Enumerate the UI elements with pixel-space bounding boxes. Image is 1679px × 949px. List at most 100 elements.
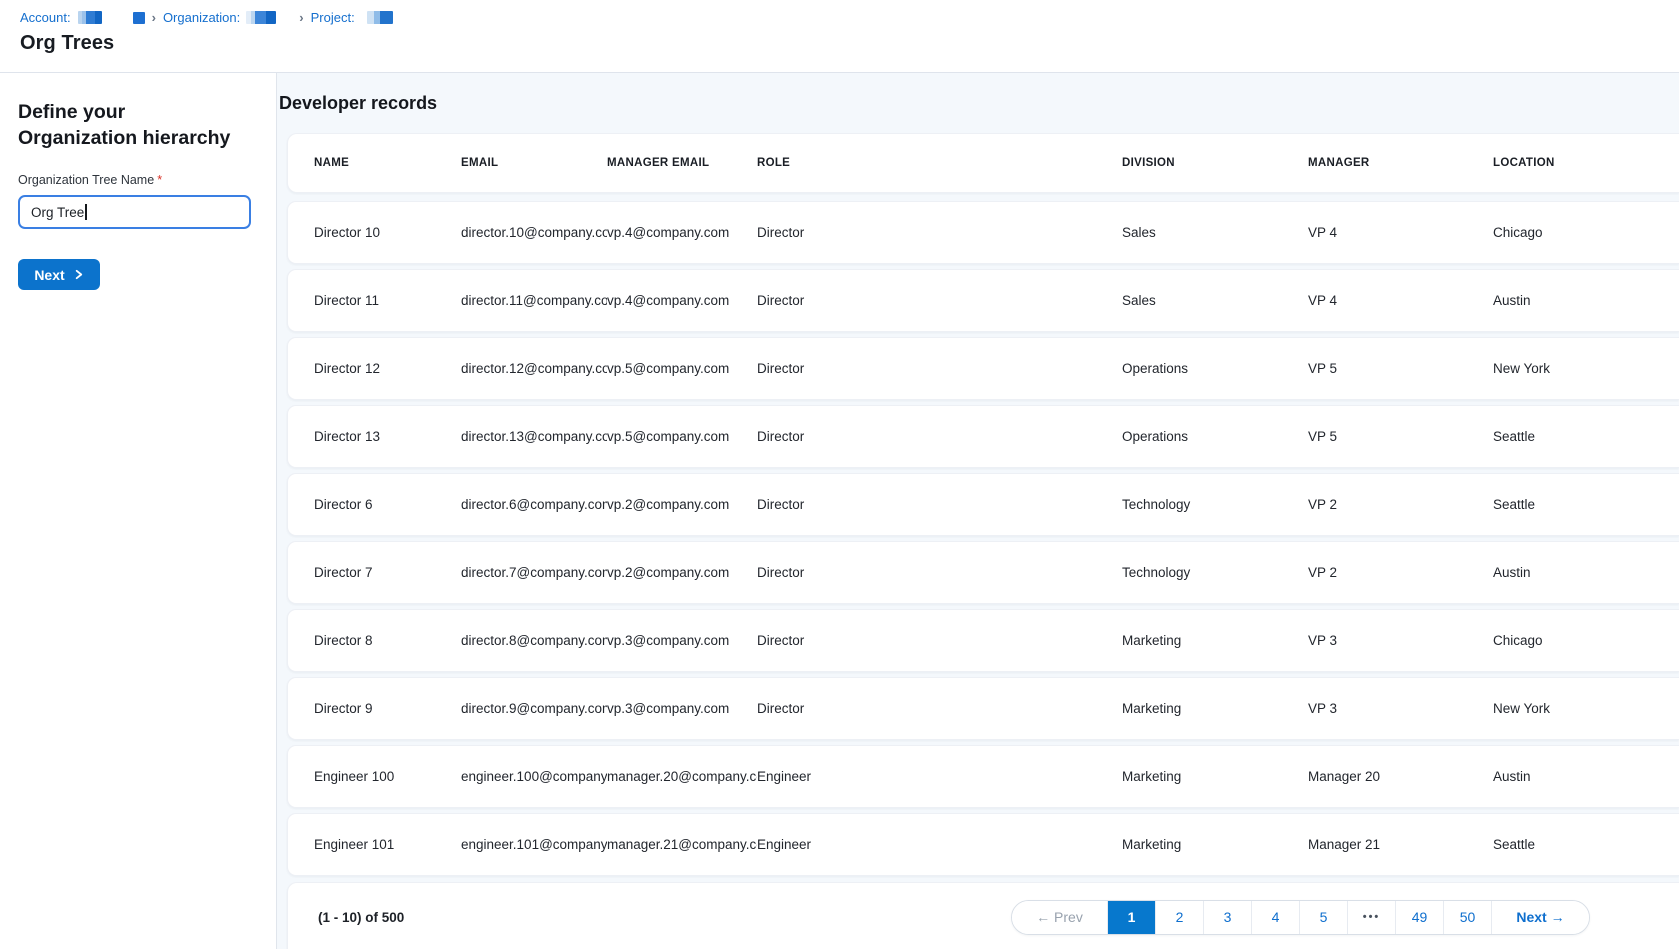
pagination-page-2[interactable]: 2 <box>1156 901 1204 934</box>
cell-manager-email: manager.20@company.com <box>607 769 757 784</box>
cell-name: Director 12 <box>314 361 461 376</box>
pagination-page-49[interactable]: 49 <box>1396 901 1444 934</box>
tree-name-input[interactable]: Org Tree <box>18 195 251 229</box>
table-row: Engineer 101engineer.101@company.commana… <box>287 813 1679 876</box>
cell-name: Director 11 <box>314 293 461 308</box>
page-body: Define your Organization hierarchy Organ… <box>0 73 1679 949</box>
cell-manager: VP 4 <box>1308 225 1493 240</box>
sidebar-heading: Define your Organization hierarchy <box>18 99 258 151</box>
chevron-right-icon <box>73 269 84 280</box>
organization-label: Organization: <box>163 10 240 25</box>
cell-name: Director 8 <box>314 633 461 648</box>
table-footer: (1 - 10) of 500 ← Prev12345•••4950Next → <box>287 882 1679 949</box>
cell-email: director.13@company.com <box>461 429 607 444</box>
cell-role: Engineer <box>757 769 1122 784</box>
breadcrumb-organization-link[interactable]: Organization: <box>163 10 276 25</box>
project-label: Project: <box>311 10 355 25</box>
cell-role: Director <box>757 361 1122 376</box>
cell-division: Technology <box>1122 565 1308 580</box>
cell-role: Director <box>757 497 1122 512</box>
page-title: Org Trees <box>20 32 1679 55</box>
pagination: ← Prev12345•••4950Next → <box>1011 900 1590 935</box>
cell-email: director.11@company.com <box>461 293 607 308</box>
cell-location: New York <box>1493 701 1679 716</box>
cell-division: Sales <box>1122 225 1308 240</box>
pagination-page-4[interactable]: 4 <box>1252 901 1300 934</box>
chevron-right-separator-icon: › <box>299 10 303 25</box>
table-row: Director 9director.9@company.comvp.3@com… <box>287 677 1679 740</box>
cell-location: Seattle <box>1493 429 1679 444</box>
cell-location: Chicago <box>1493 225 1679 240</box>
cell-manager-email: vp.5@company.com <box>607 361 757 376</box>
pagination-ellipsis: ••• <box>1348 901 1396 934</box>
tree-name-input-value: Org Tree <box>31 205 84 220</box>
sidebar-heading-line2: Organization hierarchy <box>18 125 258 151</box>
cell-email: director.8@company.com <box>461 633 607 648</box>
redacted-account-badge <box>133 12 145 24</box>
cell-role: Engineer <box>757 837 1122 852</box>
developer-records-table: NAMEEMAILMANAGER EMAILROLEDIVISIONMANAGE… <box>287 133 1679 949</box>
prev-page-button[interactable]: ← Prev <box>1012 901 1108 934</box>
next-page-button[interactable]: Next → <box>1492 901 1589 934</box>
required-asterisk: * <box>157 173 162 187</box>
developer-records-heading: Developer records <box>279 93 1679 114</box>
cell-role: Director <box>757 565 1122 580</box>
pagination-page-1[interactable]: 1 <box>1108 901 1156 934</box>
pagination-range-text: (1 - 10) of 500 <box>318 910 404 925</box>
pagination-page-5[interactable]: 5 <box>1300 901 1348 934</box>
cell-manager-email: vp.3@company.com <box>607 633 757 648</box>
cell-location: Austin <box>1493 565 1679 580</box>
cell-manager-email: manager.21@company.com <box>607 837 757 852</box>
top-bar: Account: › Organization: › Project: Org … <box>0 0 1679 73</box>
cell-name: Director 10 <box>314 225 461 240</box>
table-row: Director 13director.13@company.comvp.5@c… <box>287 405 1679 468</box>
redacted-organization-name <box>246 11 276 24</box>
cell-manager-email: vp.4@company.com <box>607 293 757 308</box>
cell-division: Sales <box>1122 293 1308 308</box>
account-label: Account: <box>20 10 71 25</box>
table-header-row: NAMEEMAILMANAGER EMAILROLEDIVISIONMANAGE… <box>287 133 1679 193</box>
next-button[interactable]: Next <box>18 259 100 290</box>
cell-role: Director <box>757 701 1122 716</box>
cell-name: Engineer 100 <box>314 769 461 784</box>
cell-manager: VP 2 <box>1308 565 1493 580</box>
table-row: Director 12director.12@company.comvp.5@c… <box>287 337 1679 400</box>
cell-manager: VP 3 <box>1308 633 1493 648</box>
cell-division: Operations <box>1122 429 1308 444</box>
table-row: Director 7director.7@company.comvp.2@com… <box>287 541 1679 604</box>
cell-location: Chicago <box>1493 633 1679 648</box>
cell-role: Director <box>757 293 1122 308</box>
cell-division: Operations <box>1122 361 1308 376</box>
cell-name: Engineer 101 <box>314 837 461 852</box>
cell-manager-email: vp.4@company.com <box>607 225 757 240</box>
cell-division: Marketing <box>1122 837 1308 852</box>
cell-manager: VP 5 <box>1308 361 1493 376</box>
cell-location: New York <box>1493 361 1679 376</box>
breadcrumb-account-link[interactable]: Account: <box>20 10 102 25</box>
breadcrumb-project-link[interactable]: Project: <box>311 10 393 25</box>
column-header-email: EMAIL <box>461 157 607 169</box>
breadcrumb: Account: › Organization: › Project: <box>20 10 1679 25</box>
cell-role: Director <box>757 633 1122 648</box>
cell-manager-email: vp.2@company.com <box>607 565 757 580</box>
column-header-role: ROLE <box>757 157 1122 169</box>
pagination-page-3[interactable]: 3 <box>1204 901 1252 934</box>
cell-manager-email: vp.2@company.com <box>607 497 757 512</box>
cell-email: director.10@company.com <box>461 225 607 240</box>
pagination-page-50[interactable]: 50 <box>1444 901 1492 934</box>
next-button-label: Next <box>34 267 64 283</box>
redacted-account-name <box>78 11 102 24</box>
column-header-location: LOCATION <box>1493 157 1679 169</box>
cell-location: Austin <box>1493 769 1679 784</box>
cell-location: Seattle <box>1493 837 1679 852</box>
cell-division: Marketing <box>1122 769 1308 784</box>
cell-manager: Manager 20 <box>1308 769 1493 784</box>
table-row: Director 6director.6@company.comvp.2@com… <box>287 473 1679 536</box>
cell-location: Seattle <box>1493 497 1679 512</box>
cell-role: Director <box>757 225 1122 240</box>
cell-division: Marketing <box>1122 633 1308 648</box>
cell-role: Director <box>757 429 1122 444</box>
cell-manager: VP 5 <box>1308 429 1493 444</box>
main-content: Developer records NAMEEMAILMANAGER EMAIL… <box>277 73 1679 949</box>
cell-manager: VP 2 <box>1308 497 1493 512</box>
